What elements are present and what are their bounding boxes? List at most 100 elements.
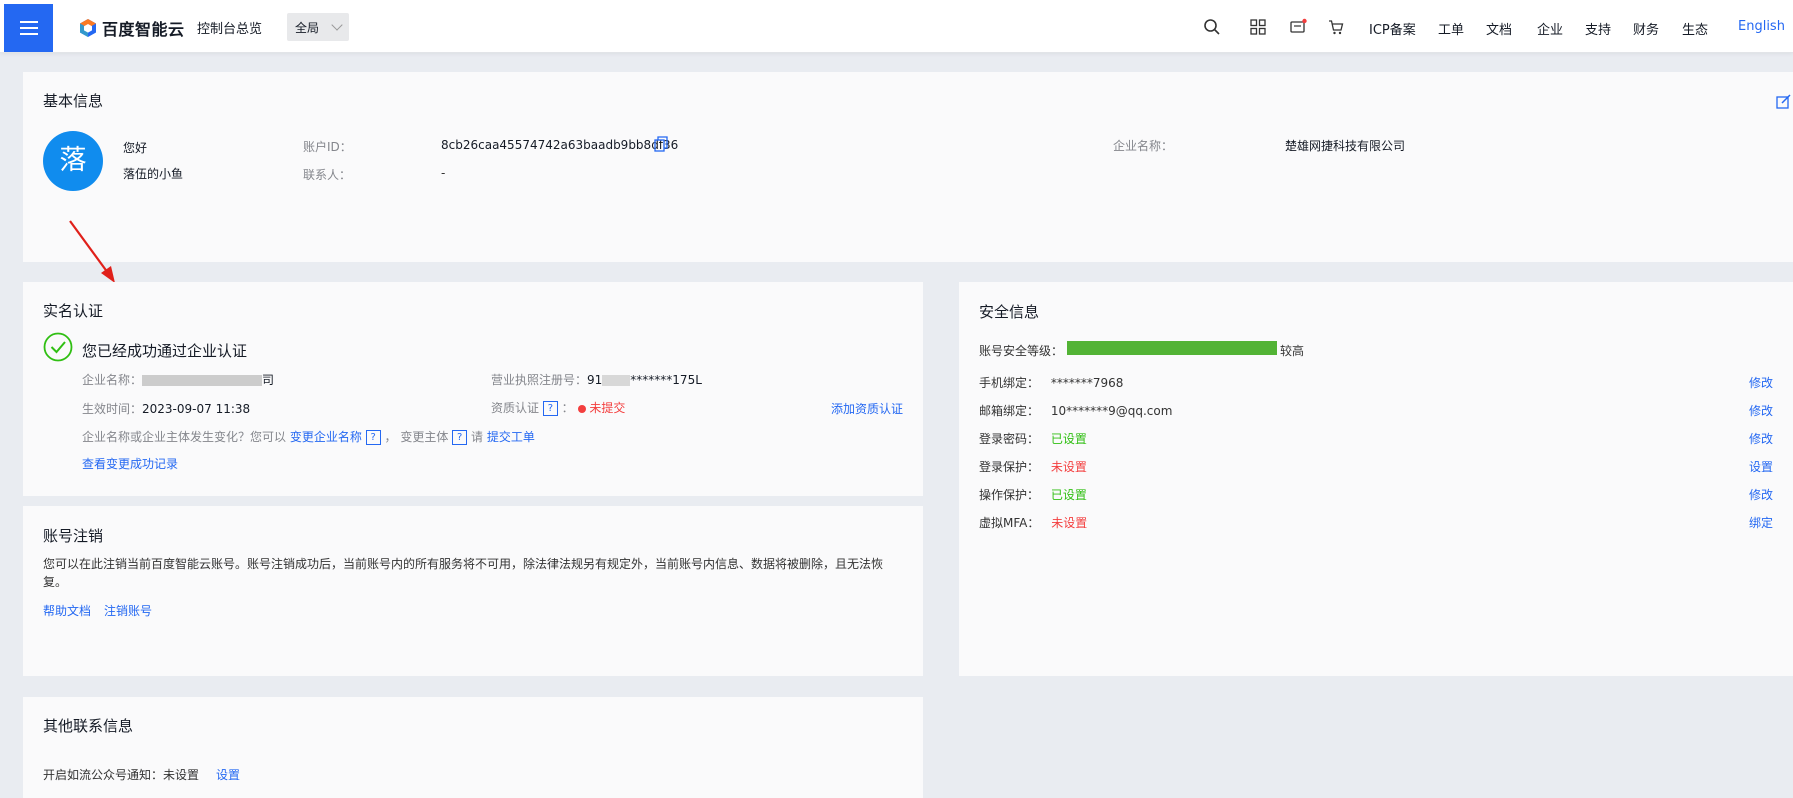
change-subject-help-icon[interactable]: ?: [452, 430, 468, 445]
view-change-records-link[interactable]: 查看变更成功记录: [82, 455, 178, 472]
security-row-action-email[interactable]: 修改: [1749, 402, 1773, 419]
other-contact-title: 其他联系信息: [43, 717, 134, 735]
qualification-row: 资质认证 ? ： 未提交: [491, 399, 625, 416]
avatar: 落: [43, 131, 103, 191]
change-text-3: 请: [471, 430, 484, 444]
contact-value: -: [441, 166, 446, 180]
contact-label: 联系人：: [303, 168, 352, 182]
security-row-label: 手机绑定：: [979, 376, 1040, 390]
notify-row: 开启如流公众号通知：未设置: [43, 766, 199, 783]
qualification-help-icon[interactable]: ?: [542, 401, 558, 416]
nav-docs[interactable]: 文档: [1486, 19, 1512, 38]
effective-time-label: 生效时间：: [82, 402, 143, 416]
security-info-card: 安全信息 账号安全等级： 较高 手机绑定： *******7968 修改 邮箱绑…: [959, 282, 1793, 676]
nav-ecosystem[interactable]: 生态: [1682, 19, 1708, 38]
security-row-email: 邮箱绑定： 10*******9@qq.com: [979, 402, 1172, 419]
notify-label: 开启如流公众号通知：: [43, 768, 164, 782]
security-row-label: 登录密码：: [979, 432, 1040, 446]
hamburger-menu-button[interactable]: [4, 4, 53, 52]
security-level-label: 账号安全等级：: [979, 344, 1064, 358]
annotation-arrow-icon: [69, 220, 115, 283]
security-row-label: 登录保护：: [979, 460, 1040, 474]
username: 落伍的小鱼: [123, 167, 184, 181]
license-row: 营业执照注册号：91 *******175L: [491, 371, 702, 388]
account-id-label: 账户ID：: [303, 140, 352, 154]
region-value: 全局: [295, 20, 320, 35]
security-row-value: 未设置: [1051, 516, 1088, 530]
language-switch[interactable]: English: [1738, 19, 1785, 34]
cancel-description-line1: 您可以在此注销当前百度智能云账号。账号注销成功后，当前账号内的所有服务将不可用，…: [43, 557, 884, 571]
search-icon[interactable]: [1203, 18, 1221, 36]
auth-company-label: 企业名称：: [82, 373, 143, 387]
nav-support[interactable]: 支持: [1585, 19, 1611, 38]
security-row-action-password[interactable]: 修改: [1749, 430, 1773, 447]
region-selector[interactable]: 全局: [287, 13, 349, 41]
other-contact-card: 其他联系信息 开启如流公众号通知：未设置 设置: [23, 697, 923, 798]
security-title: 安全信息: [979, 303, 1040, 321]
nav-ticket[interactable]: 工单: [1438, 19, 1464, 38]
change-company-help-icon[interactable]: ?: [365, 430, 381, 445]
brand-logo[interactable]: 百度智能云: [78, 16, 185, 40]
security-row-value: 10*******9@qq.com: [1050, 404, 1173, 418]
license-prefix: 91: [587, 373, 603, 387]
nav-finance[interactable]: 财务: [1633, 19, 1659, 38]
help-docs-link[interactable]: 帮助文档: [43, 602, 91, 619]
security-row-value: 未设置: [1050, 460, 1087, 474]
auth-company-row: 企业名称： 司: [82, 371, 274, 388]
message-icon[interactable]: [1289, 18, 1307, 36]
realname-auth-card: 实名认证 您已经成功通过企业认证 企业名称： 司 营业执照注册号：91 ******…: [23, 282, 923, 496]
security-row-password: 登录密码： 已设置: [979, 430, 1087, 447]
security-row-action-phone[interactable]: 修改: [1749, 374, 1773, 391]
effective-time-value: 2023-09-07 11:38: [142, 402, 251, 416]
security-level-fill: [1067, 341, 1277, 355]
brand-name: 百度智能云: [102, 20, 185, 39]
security-row-action-operation-protection[interactable]: 修改: [1749, 486, 1773, 503]
cart-icon[interactable]: [1327, 18, 1345, 36]
cancel-account-card: 账号注销 您可以在此注销当前百度智能云账号。账号注销成功后，当前账号内的所有服务…: [23, 506, 923, 676]
notify-setup-link[interactable]: 设置: [216, 766, 240, 783]
change-company-name-link[interactable]: 变更企业名称: [290, 430, 362, 444]
effective-time-row: 生效时间：2023-09-07 11:38: [82, 400, 250, 417]
products-grid-icon[interactable]: [1249, 18, 1267, 36]
chevron-down-icon: [331, 19, 343, 31]
add-qualification-link[interactable]: 添加资质认证: [831, 400, 903, 417]
security-row-value: 已设置: [1050, 488, 1087, 502]
notify-value: 未设置: [163, 768, 200, 782]
nav-icp[interactable]: ICP备案: [1369, 19, 1416, 38]
cancel-description-line2: 复。: [43, 575, 68, 589]
nav-enterprise[interactable]: 企业: [1537, 19, 1563, 38]
security-row-mfa: 虚拟MFA： 未设置: [979, 514, 1087, 531]
security-level-text: 较高: [1280, 344, 1305, 358]
company-value: 楚雄网捷科技有限公司: [1285, 139, 1406, 153]
security-row-label: 操作保护：: [979, 488, 1040, 502]
license-label: 营业执照注册号：: [491, 373, 588, 387]
check-circle-icon: [43, 332, 73, 362]
security-row-value: *******7968: [1050, 376, 1124, 390]
cancel-account-link[interactable]: 注销账号: [104, 602, 152, 619]
submit-ticket-link[interactable]: 提交工单: [487, 430, 535, 444]
security-row-operation-protection: 操作保护： 已设置: [979, 486, 1087, 503]
security-level-bar: [1067, 341, 1277, 355]
qualification-label: 资质认证: [491, 401, 540, 415]
baidu-cloud-logo-icon: [80, 19, 96, 37]
menu-icon: [19, 27, 38, 29]
security-row-label: 邮箱绑定：: [979, 404, 1040, 418]
greeting: 您好: [123, 141, 148, 155]
basic-info-title: 基本信息: [43, 92, 104, 110]
security-row-phone: 手机绑定： *******7968: [979, 374, 1123, 391]
security-row-action-login-protection[interactable]: 设置: [1749, 458, 1773, 475]
masked-company-name: [142, 375, 263, 386]
security-row-action-mfa[interactable]: 绑定: [1749, 514, 1773, 531]
top-navigation-bar: 百度智能云 控制台总览 全局 ICP备案 工单 文档 企业 支持 财务 生态 E…: [0, 0, 1793, 53]
auth-company-suffix: 司: [262, 373, 275, 387]
auth-status-text: 您已经成功通过企业认证: [82, 342, 248, 360]
console-overview-link[interactable]: 控制台总览: [197, 18, 262, 37]
account-id-value: 8cb26caa45574742a63baadb9bb8df36: [441, 138, 679, 152]
company-label: 企业名称：: [1113, 139, 1174, 153]
copy-icon[interactable]: [654, 136, 669, 152]
security-row-value: 已设置: [1050, 432, 1087, 446]
edit-icon[interactable]: [1776, 94, 1792, 110]
realname-title: 实名认证: [43, 302, 104, 320]
qualification-status: 未提交: [589, 401, 626, 415]
security-row-label: 虚拟MFA：: [979, 516, 1040, 530]
